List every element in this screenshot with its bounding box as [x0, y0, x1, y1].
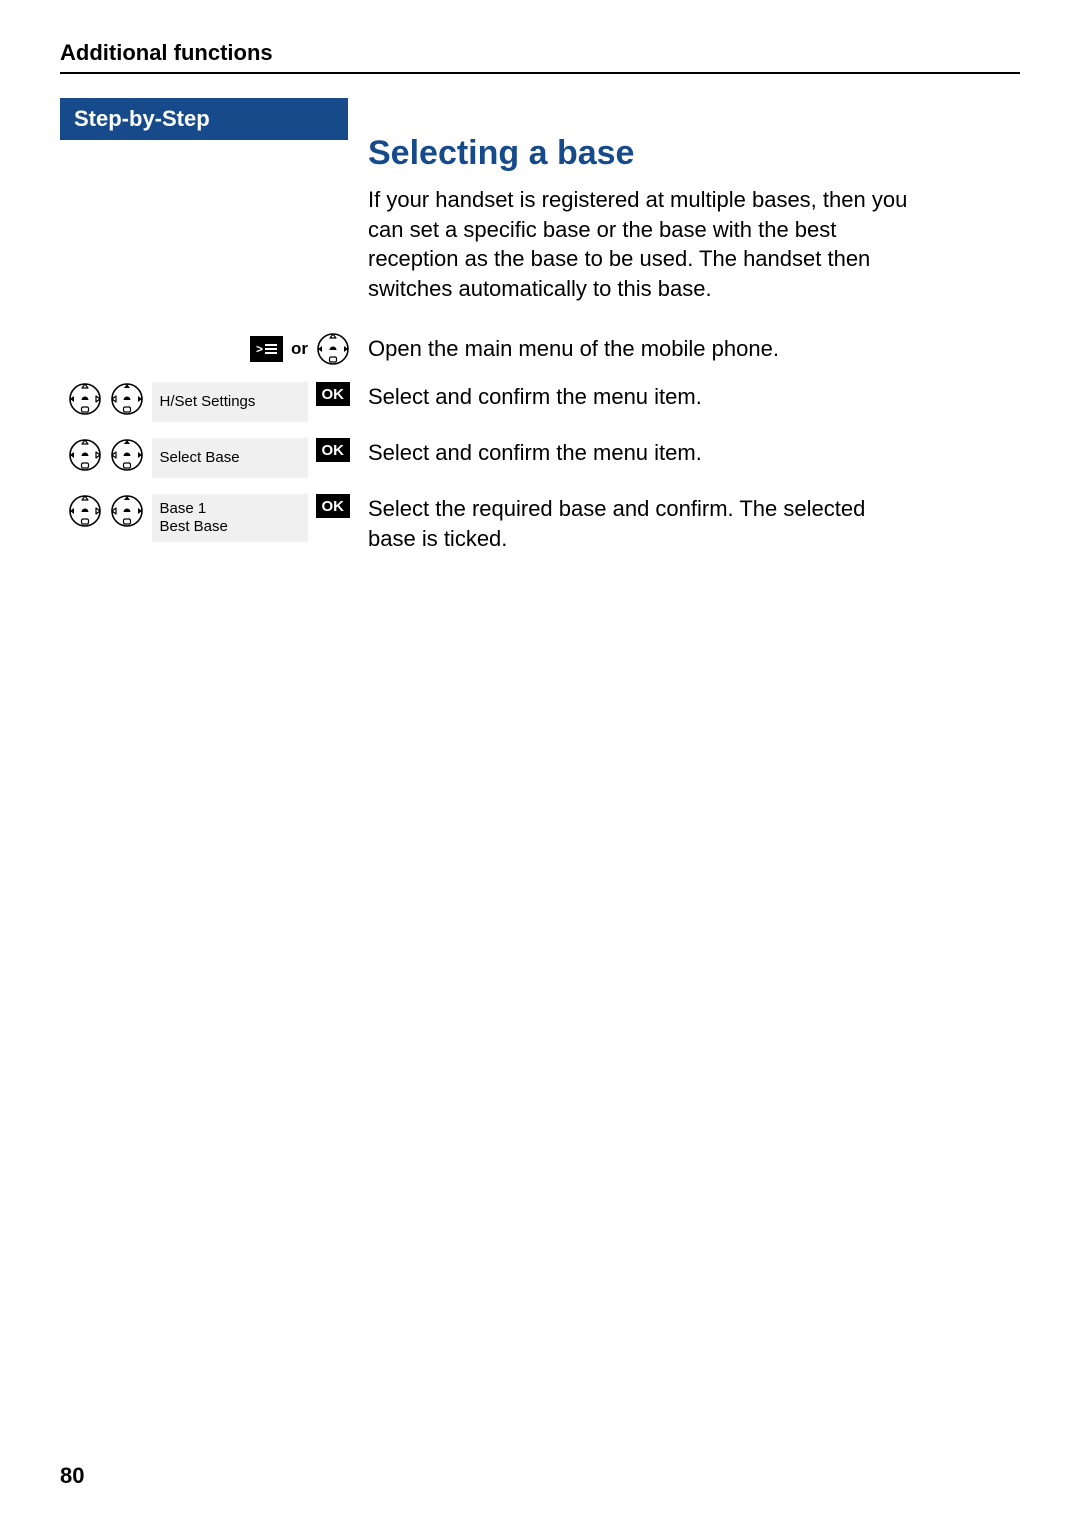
intro-paragraph: If your handset is registered at multipl…	[368, 185, 918, 304]
ok-badge: OK	[316, 494, 351, 518]
step-row: > or Open the main menu of the mobile ph…	[60, 332, 1020, 366]
step-description: Select the required base and confirm. Th…	[350, 494, 918, 553]
nav-key-icon	[316, 332, 350, 366]
menu-field-text-line2: Best Base	[160, 518, 300, 536]
step-row: Select Base OK Select and confirm the me…	[60, 438, 1020, 478]
step-description: Select and confirm the menu item.	[350, 438, 918, 468]
menu-field-text: H/Set Settings	[160, 393, 300, 411]
step-row: Base 1 Best Base OK Select the required …	[60, 494, 1020, 553]
menu-field-text: Select Base	[160, 449, 300, 467]
menu-icon: >	[250, 336, 283, 362]
step-description: Select and confirm the menu item.	[350, 382, 918, 412]
step-description: Open the main menu of the mobile phone.	[350, 334, 918, 364]
menu-field: H/Set Settings	[152, 382, 308, 422]
menu-field-text-line1: Base 1	[160, 500, 300, 518]
menu-field: Select Base	[152, 438, 308, 478]
nav-key-icon	[68, 438, 102, 472]
section-title: Selecting a base	[368, 134, 1020, 173]
ok-badge: OK	[316, 438, 351, 462]
running-head: Additional functions	[60, 40, 1020, 66]
step-row: H/Set Settings OK Select and confirm the…	[60, 382, 1020, 422]
page-number: 80	[60, 1463, 84, 1489]
header-rule	[60, 72, 1020, 74]
nav-key-icon	[110, 438, 144, 472]
menu-field: Base 1 Best Base	[152, 494, 308, 542]
nav-key-icon	[110, 382, 144, 416]
nav-key-icon	[110, 494, 144, 528]
or-label: or	[291, 339, 308, 359]
ok-badge: OK	[316, 382, 351, 406]
nav-key-icon	[68, 382, 102, 416]
step-by-step-bar: Step-by-Step	[60, 98, 348, 140]
nav-key-icon	[68, 494, 102, 528]
